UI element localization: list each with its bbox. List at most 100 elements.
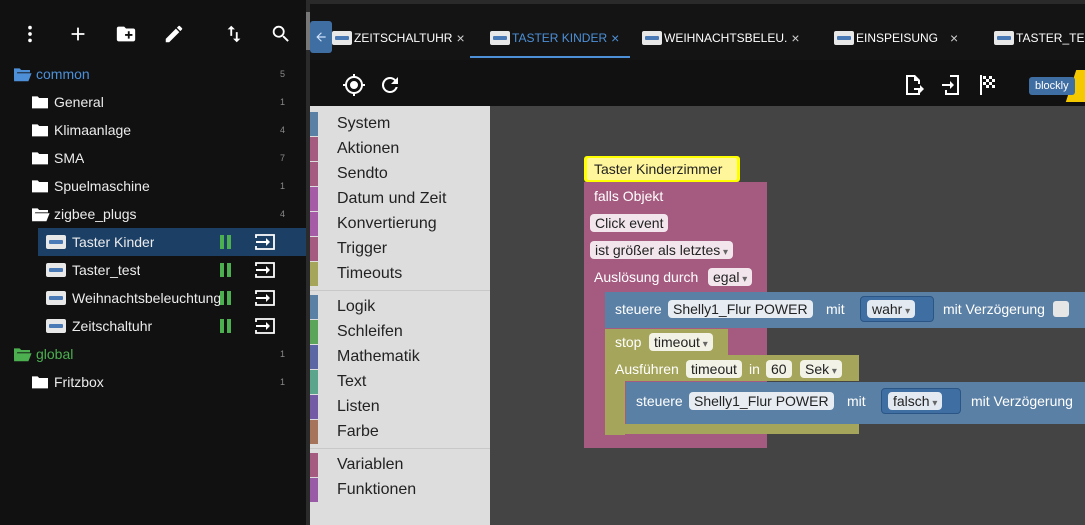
trigger-by-dropdown[interactable]: egal	[708, 268, 753, 286]
toolbox-category[interactable]: Aktionen	[310, 137, 490, 161]
category-label: Schleifen	[337, 323, 403, 340]
pause-icon[interactable]	[220, 291, 232, 305]
condition-dropdown[interactable]: ist größer als letztes	[590, 241, 734, 259]
tree-folder-item[interactable]: Fritzbox 1	[0, 368, 306, 396]
toolbox-category[interactable]: Datum und Zeit	[310, 187, 490, 211]
export-icon[interactable]	[254, 233, 276, 251]
tab-4[interactable]: EINSPEISUNG ×	[834, 24, 958, 52]
toolbox-category[interactable]: Konvertierung	[310, 212, 490, 236]
tree-item-label: Taster Kinder	[72, 234, 155, 250]
trigger-label: falls Objekt	[594, 188, 664, 204]
export-icon[interactable]	[254, 317, 276, 335]
pause-icon[interactable]	[220, 235, 232, 249]
toolbox-category[interactable]: Timeouts	[310, 262, 490, 286]
toolbox-category[interactable]: Trigger	[310, 237, 490, 261]
stop-timeout-dropdown[interactable]: timeout	[649, 333, 713, 351]
folder-open-icon	[14, 68, 32, 82]
set2-object-field[interactable]: Shelly1_Flur POWER	[689, 392, 834, 410]
set1-value-dropdown[interactable]: wahr	[867, 300, 916, 318]
tree-item-label: SMA	[54, 150, 85, 166]
toolbox-category[interactable]: Logik	[310, 295, 490, 319]
category-color-swatch	[310, 370, 318, 394]
toolbox-category[interactable]: System	[310, 112, 490, 136]
event-field[interactable]: Click event	[590, 214, 669, 232]
set2-with: mit	[847, 393, 866, 409]
tree-script-item[interactable]: Weihnachtsbeleuchtung	[0, 284, 306, 312]
import-icon[interactable]	[940, 73, 964, 97]
create-new-folder-icon[interactable]	[112, 20, 140, 48]
timeout-block-foot[interactable]	[605, 424, 859, 434]
tab-5[interactable]: TASTER_TE	[994, 24, 1084, 52]
toolbox-category[interactable]: Sendto	[310, 162, 490, 186]
tree-item-label: Klimaanlage	[54, 122, 132, 138]
pause-icon[interactable]	[220, 319, 232, 333]
blockly-workspace[interactable]: Taster Kinderzimmer falls Objekt Click e…	[490, 106, 1085, 525]
toolbox-category[interactable]: Farbe	[310, 420, 490, 444]
comment-text[interactable]: Taster Kinderzimmer	[594, 161, 722, 177]
tree-script-item[interactable]: Taster_test	[0, 256, 306, 284]
tree-item-count: 1	[279, 181, 285, 191]
toolbox-separator	[310, 290, 490, 291]
add-icon[interactable]	[64, 20, 92, 48]
pause-icon[interactable]	[220, 263, 232, 277]
category-color-swatch	[310, 395, 318, 419]
timeout-unit-dropdown[interactable]: Sek	[800, 360, 842, 378]
toolbox-category[interactable]: Variablen	[310, 453, 490, 477]
close-icon[interactable]: ×	[456, 30, 464, 46]
tree-folder-item[interactable]: zigbee_plugs 4	[0, 200, 306, 228]
tree-folder-item[interactable]: Klimaanlage 4	[0, 116, 306, 144]
close-icon[interactable]: ×	[950, 30, 958, 46]
tree-item-label: common	[36, 66, 90, 82]
category-color-swatch	[310, 137, 318, 161]
back-arrow-icon[interactable]	[310, 21, 332, 53]
close-icon[interactable]: ×	[791, 30, 799, 46]
set1-object-field[interactable]: Shelly1_Flur POWER	[668, 300, 813, 318]
refresh-icon[interactable]	[378, 73, 402, 97]
swap-vert-icon[interactable]	[220, 20, 248, 48]
tab-2[interactable]: TASTER KINDER ×	[490, 24, 619, 52]
tree-folder-item[interactable]: global 1	[0, 340, 306, 368]
checkered-flag-icon[interactable]	[976, 73, 1000, 97]
set1-value-block[interactable]: wahr	[860, 296, 934, 322]
set1-delay-checkbox[interactable]	[1053, 301, 1069, 317]
tree-folder-item[interactable]: Spuelmaschine 1	[0, 172, 306, 200]
category-label: Logik	[337, 298, 376, 315]
toolbox-category[interactable]: Funktionen	[310, 478, 490, 502]
export-icon[interactable]	[254, 289, 276, 307]
more-vert-icon[interactable]	[16, 20, 44, 48]
blockly-label: blockly	[1029, 77, 1075, 95]
tree-script-item[interactable]: Taster Kinder	[38, 228, 306, 256]
tab-label: TASTER KINDER	[512, 31, 608, 45]
category-label: Variablen	[337, 456, 404, 473]
set2-value-block[interactable]: falsch	[881, 388, 961, 414]
tab-1[interactable]: ZEITSCHALTUHR ×	[332, 24, 465, 52]
gps-fixed-icon[interactable]	[342, 73, 366, 97]
tree-item-count: 1	[279, 97, 285, 107]
toolbox-category[interactable]: Schleifen	[310, 320, 490, 344]
blockly-mode-badge[interactable]: blockly	[1015, 70, 1085, 102]
timeout-amount-field[interactable]: 60	[766, 360, 792, 378]
export-icon[interactable]	[254, 261, 276, 279]
tree-folder-item[interactable]: SMA 7	[0, 144, 306, 172]
edit-icon[interactable]	[160, 20, 188, 48]
tab-3[interactable]: WEIHNACHTSBELEU. ×	[642, 24, 800, 52]
export-icon[interactable]	[902, 73, 926, 97]
folder-icon	[32, 96, 48, 109]
tree-folder-item[interactable]: General 1	[0, 88, 306, 116]
category-color-swatch	[310, 345, 318, 369]
toolbox-category[interactable]: Mathematik	[310, 345, 490, 369]
sidebar: common 5 General 1 Klimaanlage 4 SMA 7 Spuelmasc…	[0, 0, 306, 525]
tree-item-count: 1	[279, 377, 285, 387]
toolbox-category[interactable]: Text	[310, 370, 490, 394]
toolbox-category[interactable]: Listen	[310, 395, 490, 419]
script-icon	[46, 263, 66, 277]
close-icon[interactable]: ×	[611, 30, 619, 46]
script-icon	[994, 31, 1014, 45]
tree-folder-item[interactable]: common 5	[0, 60, 306, 88]
timeout-name-field[interactable]: timeout	[686, 360, 742, 378]
search-icon[interactable]	[267, 20, 295, 48]
tree-script-item[interactable]: Zeitschaltuhr	[0, 312, 306, 340]
category-label: Listen	[337, 398, 380, 415]
set2-value-dropdown[interactable]: falsch	[888, 392, 943, 410]
category-label: Farbe	[337, 423, 379, 440]
